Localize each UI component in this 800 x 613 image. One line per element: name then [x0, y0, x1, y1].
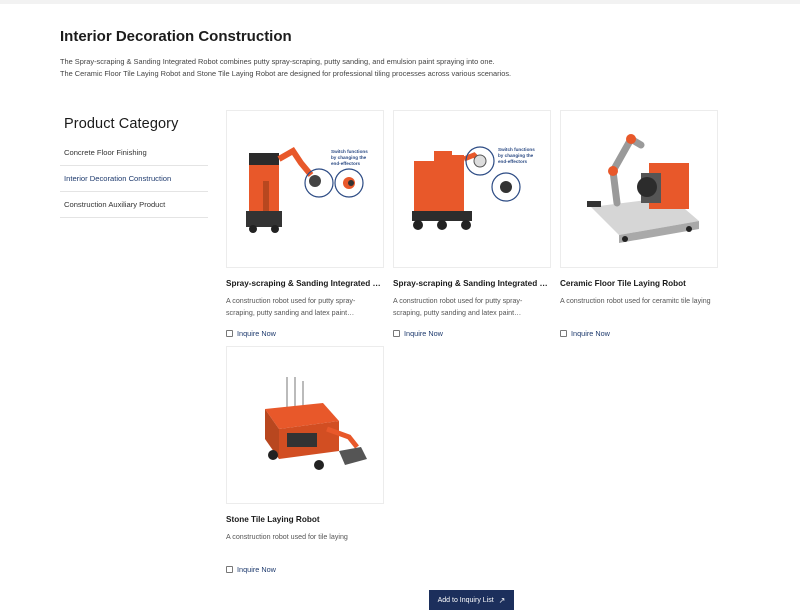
inquire-now-checkbox[interactable]: Inquire Now [393, 329, 551, 338]
product-name[interactable]: Spray-scraping & Sanding Integrated Robo… [226, 279, 384, 288]
intro-line-2: The Ceramic Floor Tile Laying Robot and … [60, 69, 512, 78]
page-title: Interior Decoration Construction [60, 28, 292, 45]
svg-text:end-effectors: end-effectors [331, 161, 361, 166]
product-image[interactable] [560, 110, 718, 268]
category-sidebar: Product Category Concrete Floor Finishin… [60, 116, 208, 218]
product-name[interactable]: Stone Tile Laying Robot [226, 515, 384, 524]
product-image[interactable]: Switch functions by changing the end-eff… [226, 110, 384, 268]
inquire-now-checkbox[interactable]: Inquire Now [560, 329, 718, 338]
intro-line-1: The Spray-scraping & Sanding Integrated … [60, 57, 495, 66]
checkbox-icon[interactable] [560, 330, 567, 337]
svg-text:Switch functions: Switch functions [331, 149, 368, 154]
spray-sanding-robot-icon: Switch functions by changing the end-eff… [246, 147, 368, 233]
inquire-now-label[interactable]: Inquire Now [404, 329, 443, 338]
product-name[interactable]: Ceramic Floor Tile Laying Robot [560, 279, 718, 288]
checkbox-icon[interactable] [393, 330, 400, 337]
inquire-now-label[interactable]: Inquire Now [237, 329, 276, 338]
sidebar-title: Product Category [64, 116, 179, 132]
inquire-now-checkbox[interactable]: Inquire Now [226, 329, 384, 338]
svg-text:by changing the: by changing the [331, 155, 367, 160]
product-description: A construction robot used for ceramitc t… [560, 297, 711, 305]
svg-text:end-effectors: end-effectors [498, 159, 528, 164]
add-to-inquiry-label: Add to Inquiry List [437, 596, 494, 604]
checkbox-icon[interactable] [226, 566, 233, 573]
stone-tile-robot-icon [265, 377, 367, 470]
arrow-up-right-icon: ↗ [498, 595, 506, 605]
inquire-now-label[interactable]: Inquire Now [237, 565, 276, 574]
product-image[interactable]: Switch functions by changing the end-eff… [393, 110, 551, 268]
product-name[interactable]: Spray-scraping & Sanding Integrated Robo… [393, 279, 551, 288]
product-card: Ceramic Floor Tile Laying Robot A constr… [560, 110, 718, 338]
top-bar [0, 0, 800, 4]
intro-text: The Spray-scraping & Sanding Integrated … [60, 56, 620, 80]
product-card: Switch functions by changing the end-eff… [393, 110, 551, 338]
product-image[interactable] [226, 346, 384, 504]
spray-sanding-robot-icon: Switch functions by changing the end-eff… [412, 146, 535, 230]
checkbox-icon[interactable] [226, 330, 233, 337]
product-card: Switch functions by changing the end-eff… [226, 110, 384, 338]
product-description: A construction robot used for putty spra… [226, 297, 356, 317]
category-concrete-floor-finishing[interactable]: Concrete Floor Finishing [60, 140, 208, 166]
svg-text:by changing the: by changing the [498, 153, 534, 158]
category-construction-auxiliary-product[interactable]: Construction Auxiliary Product [60, 192, 208, 218]
inquire-now-checkbox[interactable]: Inquire Now [226, 565, 384, 574]
svg-text:Switch functions: Switch functions [498, 147, 535, 152]
add-to-inquiry-list-button[interactable]: Add to Inquiry List ↗ [429, 590, 514, 610]
product-card: Stone Tile Laying Robot A construction r… [226, 346, 384, 574]
product-description: A construction robot used for putty spra… [393, 297, 523, 317]
product-description: A construction robot used for tile layin… [226, 533, 348, 541]
inquire-now-label[interactable]: Inquire Now [571, 329, 610, 338]
category-interior-decoration-construction[interactable]: Interior Decoration Construction [60, 166, 208, 192]
ceramic-tile-robot-icon [587, 134, 699, 243]
